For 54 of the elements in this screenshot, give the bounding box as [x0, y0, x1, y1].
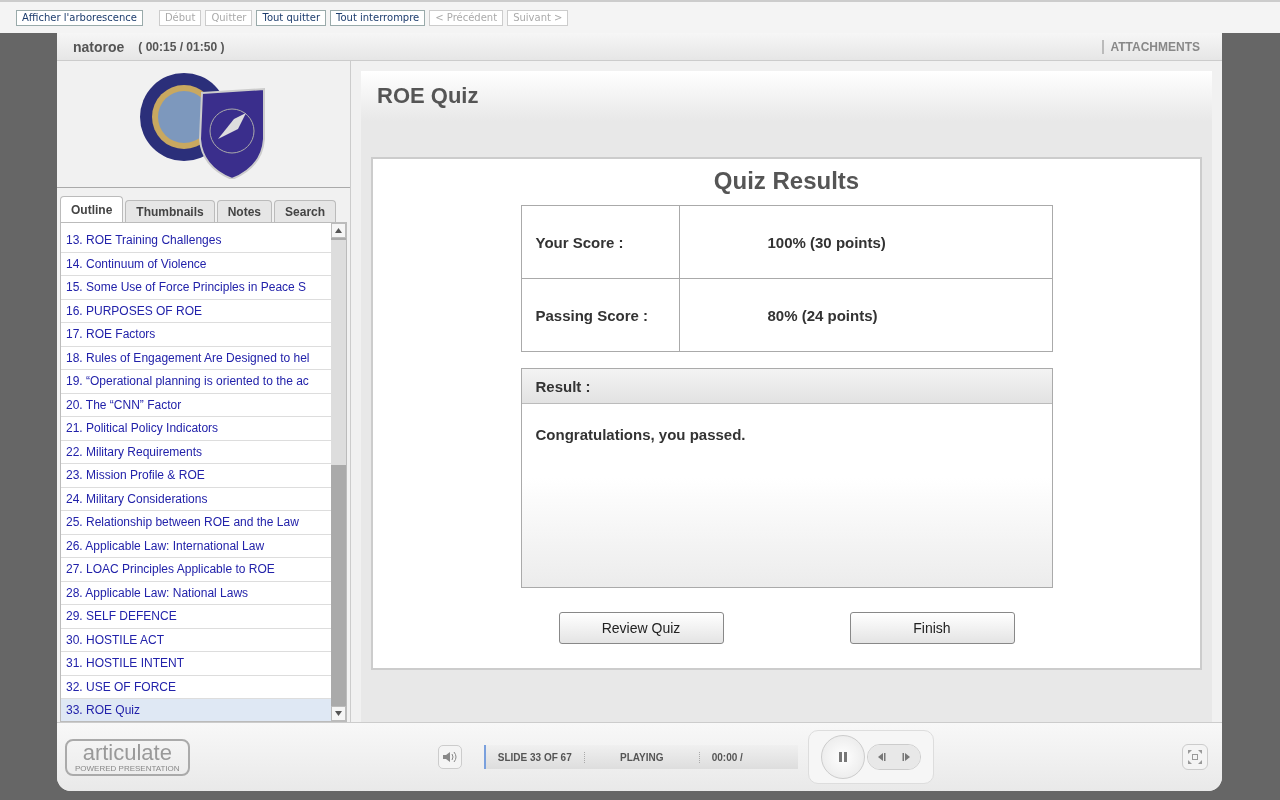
outline-item[interactable]: 25. Relationship between ROE and the Law [61, 511, 331, 535]
outline-item[interactable]: 33. ROE Quiz [61, 699, 331, 721]
time-display: ( 00:15 / 01:50 ) [138, 39, 225, 54]
outline-item[interactable]: 26. Applicable Law: International Law [61, 534, 331, 558]
slide-button[interactable]: Finish [849, 612, 1015, 644]
sidebar-tab[interactable]: Thumbnails [125, 200, 215, 222]
toolbar-button[interactable]: Tout quitter [256, 9, 327, 26]
next-button[interactable] [893, 745, 920, 769]
outline-item[interactable]: 15. Some Use of Force Principles in Peace S [61, 276, 331, 300]
elapsed-time: 00:00 / [710, 751, 744, 763]
playback-status: PLAYING [584, 751, 700, 763]
scrollbar[interactable] [331, 223, 346, 721]
slide-counter: SLIDE 33 OF 67 [485, 751, 585, 763]
outline-item[interactable]: 28. Applicable Law: National Laws [61, 581, 331, 605]
volume-button[interactable] [437, 745, 462, 769]
score-value: 100% (30 points) [679, 205, 1052, 279]
sidebar-tab[interactable]: Notes [216, 200, 273, 222]
pause-icon [837, 751, 848, 763]
outline-item[interactable]: 13. ROE Training Challenges [61, 229, 331, 253]
previous-button[interactable] [867, 745, 894, 769]
outline-item[interactable]: 27. LOAC Principles Applicable to ROE [61, 558, 331, 582]
results-heading: Quiz Results [713, 167, 860, 195]
speaker-icon [441, 750, 458, 764]
toolbar-button[interactable]: Afficher l'arborescence [16, 9, 143, 26]
score-label: Passing Score : [521, 278, 679, 352]
sidebar-tab[interactable]: Outline [60, 196, 124, 222]
pause-button[interactable] [820, 735, 865, 779]
fullscreen-icon [1187, 749, 1203, 765]
toolbar-button[interactable]: Tout interrompre [330, 9, 426, 26]
outline-item[interactable]: 30. HOSTILE ACT [61, 628, 331, 652]
outline-item[interactable]: 31. HOSTILE INTENT [61, 652, 331, 676]
outline-item[interactable]: 18. Rules of Engagement Are Designed to hel [61, 346, 331, 370]
slide-button[interactable]: Review Quiz [558, 612, 724, 644]
outline-item[interactable]: 19. “Operational planning is oriented to the ac [61, 370, 331, 394]
outline-item[interactable]: 21. Political Policy Indicators [61, 417, 331, 441]
outline-item[interactable]: 17. ROE Factors [61, 323, 331, 347]
next-icon [901, 752, 912, 762]
course-title: natoroe [73, 38, 125, 55]
result-message: Congratulations, you passed. [535, 426, 746, 443]
scroll-down-icon[interactable] [335, 711, 342, 716]
slide-title: ROE Quiz [377, 83, 479, 109]
outline-item[interactable]: 29. SELF DEFENCE [61, 605, 331, 629]
scroll-up-icon[interactable] [335, 228, 342, 233]
outline-item[interactable]: 22. Military Requirements [61, 440, 331, 464]
score-label: Your Score : [521, 205, 679, 279]
fullscreen-button[interactable] [1182, 744, 1208, 770]
sidebar-tab[interactable]: Search [274, 200, 337, 222]
outline-item[interactable]: 23. Mission Profile & ROE [61, 464, 331, 488]
outline-item[interactable]: 24. Military Considerations [61, 487, 331, 511]
score-value: 80% (24 points) [679, 278, 1052, 352]
result-label: Result : [535, 377, 591, 395]
outline-item[interactable]: 20. The “CNN” Factor [61, 393, 331, 417]
outline-item[interactable]: 16. PURPOSES OF ROE [61, 299, 331, 323]
outline-item[interactable]: 14. Continuum of Violence [61, 252, 331, 276]
